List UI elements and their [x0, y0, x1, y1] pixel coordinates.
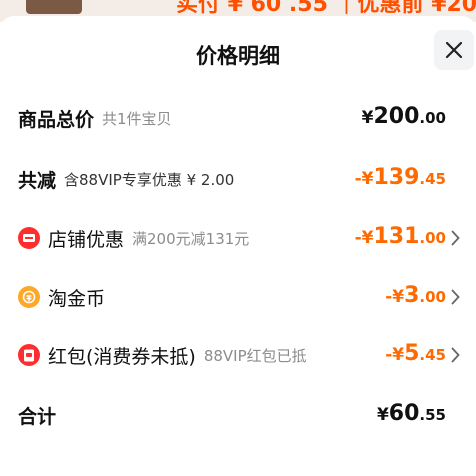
minus-sign: - [354, 228, 362, 248]
red-packet-note: 88VIP红包已抵 [203, 346, 307, 365]
chevron-right-icon[interactable] [451, 289, 460, 305]
goods-total-row: 商品总价 共1件宝贝 ¥ 200 .00 [0, 98, 476, 138]
chevron-right-icon[interactable] [451, 347, 460, 363]
amount-integer: 200 [373, 104, 420, 129]
product-thumbnail [26, 0, 82, 14]
grand-total-row: 合计 ¥ 60 .55 [0, 395, 476, 435]
amount-decimal: .45 [419, 346, 446, 364]
taojinbi-row[interactable]: 淘金币 - ¥ 3 .00 [0, 277, 476, 317]
currency-symbol: ¥ [361, 169, 374, 189]
taojinbi-amount: - ¥ 3 .00 [385, 277, 446, 317]
amount-integer: 131 [373, 224, 420, 249]
shop-discount-note: 满200元减131元 [132, 229, 250, 248]
shop-discount-amount: - ¥ 131 .00 [355, 218, 446, 258]
shop-discount-row[interactable]: 店铺优惠 满200元减131元 - ¥ 131 .00 [0, 218, 476, 258]
chevron-right-icon[interactable] [451, 230, 460, 246]
currency-symbol: ¥ [361, 108, 374, 128]
grand-total-amount: ¥ 60 .55 [377, 395, 446, 435]
taojinbi-label: 淘金币 [48, 287, 106, 310]
close-icon [445, 41, 463, 59]
amount-decimal: .00 [419, 109, 446, 127]
sheet-title: 价格明细 [196, 44, 280, 68]
amount-integer: 60 [388, 401, 420, 426]
taojinbi-coin-icon [18, 286, 40, 308]
red-packet-icon [18, 344, 40, 366]
shop-coupon-icon [18, 227, 40, 249]
amount-integer: 3 [404, 283, 420, 308]
goods-count-note: 共1件宝贝 [102, 109, 172, 128]
minus-sign: - [385, 345, 393, 365]
amount-decimal: .55 [419, 406, 446, 424]
red-packet-amount: - ¥ 5 .45 [385, 335, 446, 375]
currency-symbol: ¥ [392, 345, 405, 365]
red-packet-row[interactable]: 红包(消费券未抵) 88VIP红包已抵 - ¥ 5 .45 [0, 335, 476, 375]
amount-integer: 139 [373, 165, 420, 190]
total-discount-amount: - ¥ 139 .45 [355, 159, 446, 199]
currency-symbol: ¥ [392, 287, 405, 307]
amount-decimal: .00 [419, 288, 446, 306]
goods-total-amount: ¥ 200 .00 [362, 98, 446, 138]
price-detail-sheet: 价格明细 商品总价 共1件宝贝 ¥ 200 .00 共减 含88VIP专享优惠 … [0, 16, 476, 476]
shop-discount-label: 店铺优惠 [48, 228, 125, 251]
goods-total-label: 商品总价 [18, 108, 95, 131]
amount-decimal: .45 [419, 170, 446, 188]
amount-integer: 5 [404, 341, 420, 366]
close-button[interactable] [434, 30, 474, 70]
vip-discount-note: 含88VIP专享优惠 ¥ 2.00 [64, 170, 235, 189]
grand-total-label: 合计 [18, 405, 57, 428]
total-discount-row: 共减 含88VIP专享优惠 ¥ 2.00 - ¥ 139 .45 [0, 159, 476, 199]
red-packet-label: 红包(消费券未抵) [48, 345, 196, 368]
total-discount-label: 共减 [18, 169, 57, 192]
currency-symbol: ¥ [376, 405, 389, 425]
minus-sign: - [354, 169, 362, 189]
amount-decimal: .00 [419, 229, 446, 247]
currency-symbol: ¥ [361, 228, 374, 248]
minus-sign: - [385, 287, 393, 307]
